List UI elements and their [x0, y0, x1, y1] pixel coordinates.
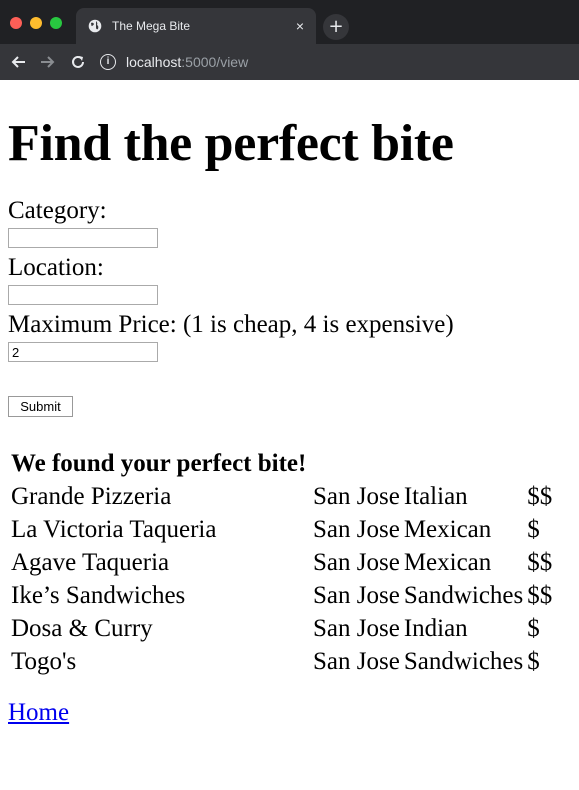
page-title: Find the perfect bite [8, 115, 454, 172]
table-row: La Victoria Taqueria San Jose Mexican $ [10, 514, 553, 545]
restaurant-name: Agave Taqueria [11, 549, 170, 576]
restaurant-city: San Jose [313, 582, 400, 609]
search-form: Category: Location: Maximum Price: (1 is… [8, 196, 571, 417]
results-table: We found your perfect bite! Grande Pizze… [8, 447, 555, 679]
table-row: Ike’s Sandwiches San Jose Sandwiches $$ [10, 580, 553, 611]
restaurant-name: La Victoria Taqueria [11, 516, 217, 543]
tab-close-icon[interactable]: × [296, 18, 304, 34]
info-icon[interactable]: i [100, 54, 116, 70]
restaurant-city: San Jose [313, 549, 400, 576]
restaurant-price: $ [527, 615, 540, 642]
category-input[interactable] [8, 228, 158, 248]
restaurant-city: San Jose [313, 615, 400, 642]
restaurant-name: Ike’s Sandwiches [11, 582, 186, 609]
new-tab-button[interactable]: + [323, 14, 349, 40]
maximize-window-button[interactable] [50, 17, 62, 29]
restaurant-city: San Jose [313, 516, 400, 543]
tab-bar: The Mega Bite × + [0, 0, 579, 44]
back-arrow-icon[interactable] [6, 50, 30, 74]
table-row: Togo's San Jose Sandwiches $ [10, 646, 553, 677]
restaurant-name: Togo's [11, 648, 77, 675]
restaurant-price: $$ [527, 582, 553, 609]
tab-title: The Mega Bite [112, 19, 191, 33]
restaurant-category: Italian [403, 483, 468, 510]
results-heading: We found your perfect bite! [11, 450, 307, 477]
restaurant-price: $ [527, 648, 540, 675]
table-row: Grande Pizzeria San Jose Italian $$ [10, 481, 553, 512]
table-row: Dosa & Curry San Jose Indian $ [10, 613, 553, 644]
home-link[interactable]: Home [8, 699, 69, 727]
forward-arrow-icon[interactable] [36, 50, 60, 74]
table-row: Agave Taqueria San Jose Mexican $$ [10, 547, 553, 578]
restaurant-category: Sandwiches [403, 582, 524, 609]
restaurant-price: $ [527, 516, 540, 543]
restaurant-city: San Jose [313, 483, 400, 510]
restaurant-category: Sandwiches [403, 648, 524, 675]
restaurant-category: Mexican [403, 516, 492, 543]
url-path: :5000/view [181, 54, 249, 70]
restaurant-name: Grande Pizzeria [11, 483, 172, 510]
browser-tab[interactable]: The Mega Bite × [76, 8, 316, 44]
restaurant-name: Dosa & Curry [11, 615, 153, 642]
globe-icon [88, 19, 102, 33]
restaurant-category: Mexican [403, 549, 492, 576]
address-bar[interactable]: i localhost:5000/view [100, 48, 571, 76]
minimize-window-button[interactable] [30, 17, 42, 29]
browser-chrome: The Mega Bite × + i localhost:5000/view [0, 0, 579, 80]
window-controls [10, 17, 62, 29]
browser-toolbar: i localhost:5000/view [0, 44, 579, 80]
page-content: Find the perfect bite Category: Location… [0, 114, 579, 727]
price-input[interactable] [8, 342, 158, 362]
restaurant-category: Indian [403, 615, 468, 642]
restaurant-price: $$ [527, 549, 553, 576]
submit-button[interactable]: Submit [8, 396, 73, 417]
location-input[interactable] [8, 285, 158, 305]
restaurant-price: $$ [527, 483, 553, 510]
restaurant-city: San Jose [313, 648, 400, 675]
category-label: Category: [8, 197, 107, 224]
price-label: Maximum Price: (1 is cheap, 4 is expensi… [8, 311, 454, 338]
reload-icon[interactable] [66, 50, 90, 74]
close-window-button[interactable] [10, 17, 22, 29]
url-host: localhost [126, 54, 182, 70]
location-label: Location: [8, 254, 104, 281]
